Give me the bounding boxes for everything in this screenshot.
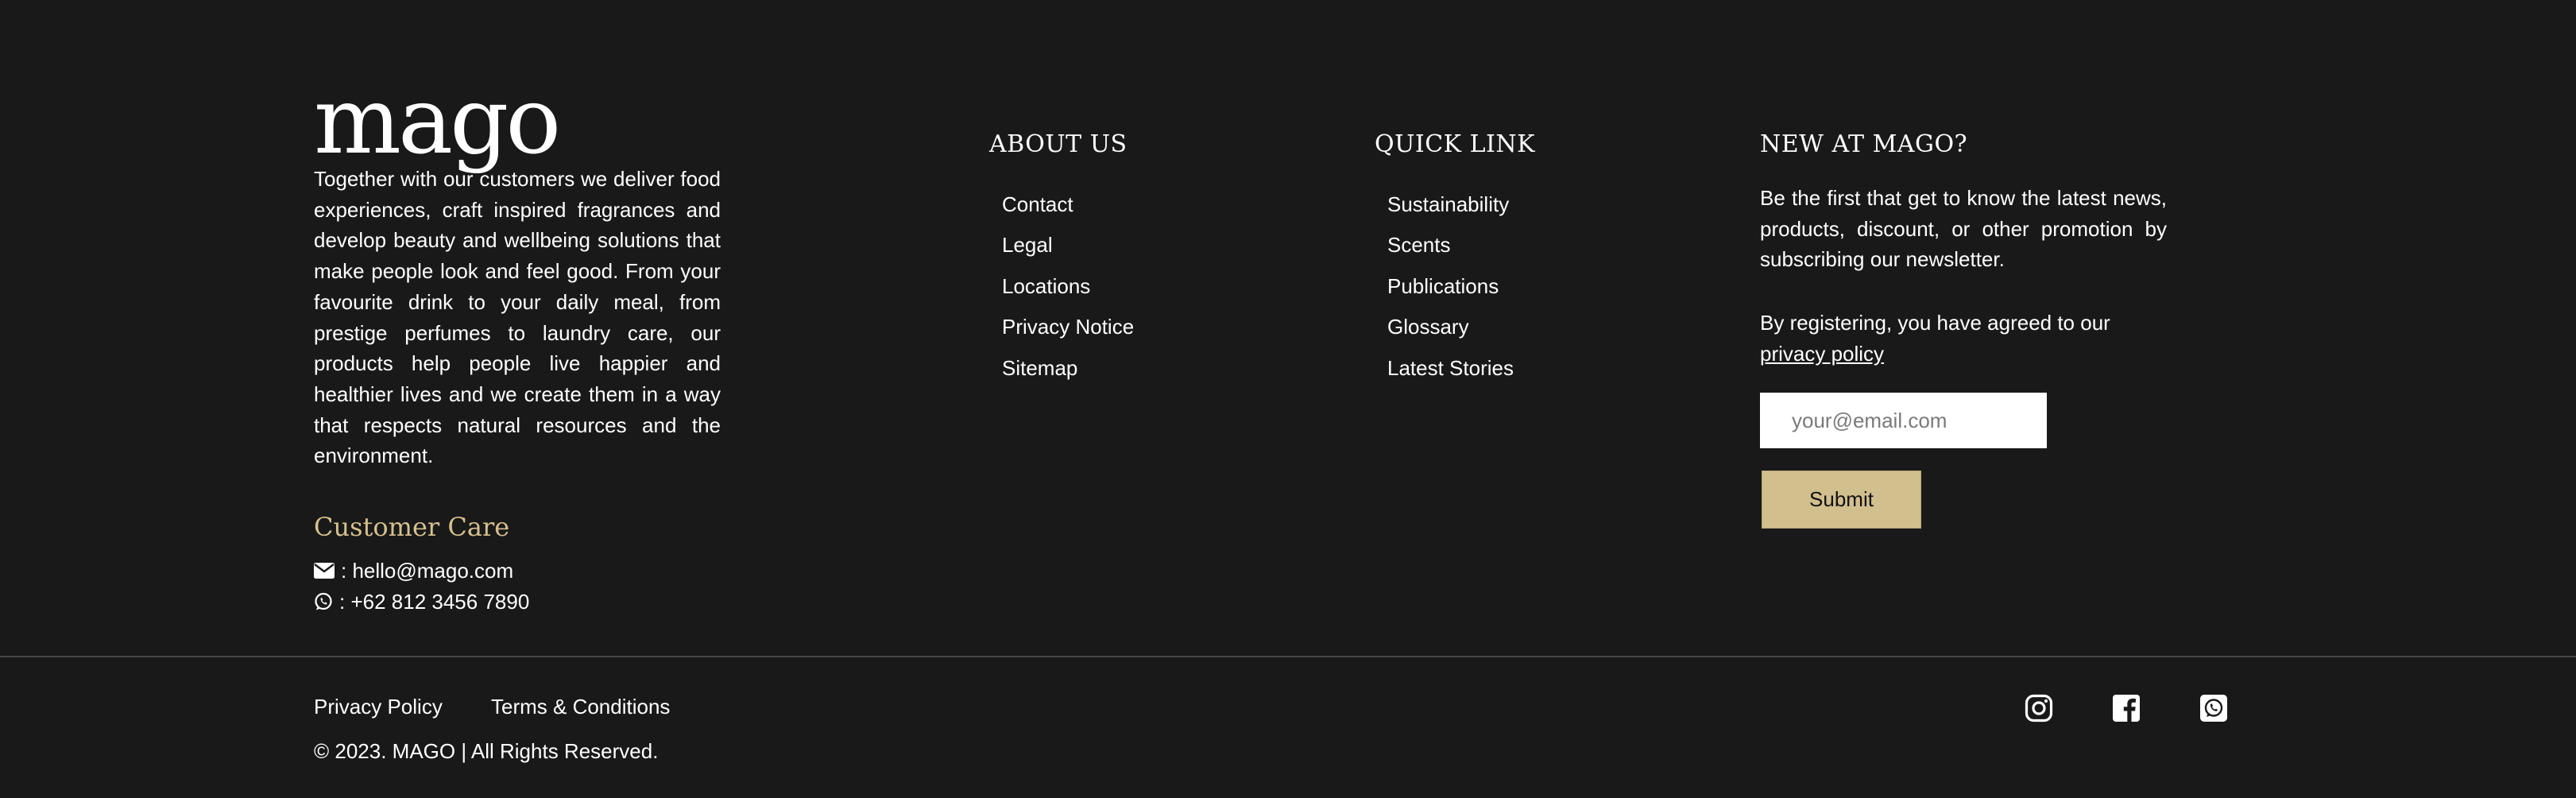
newsletter-agreement: By registering, you have agreed to our p… [1760,308,2167,369]
newsletter-submit-button[interactable]: Submit [1762,471,1921,529]
bottom-privacy-policy-link[interactable]: Privacy Policy [314,691,443,722]
quick-link-scents[interactable]: Scents [1387,225,1514,265]
privacy-policy-link[interactable]: privacy policy [1760,342,1884,366]
about-us-title: ABOUT US [989,130,1127,158]
bottom-terms-link[interactable]: Terms & Conditions [491,691,670,722]
copyright-text: © 2023. MAGO | All Rights Reserved. [314,739,659,763]
whatsapp-icon [314,592,339,611]
about-link-locations[interactable]: Locations [1002,266,1134,307]
newsletter-title: NEW AT MAGO? [1760,130,1968,158]
about-link-legal[interactable]: Legal [1002,225,1134,265]
facebook-icon[interactable] [2112,694,2141,722]
newsletter-email-input[interactable] [1760,393,2047,448]
about-link-privacy-notice[interactable]: Privacy Notice [1002,307,1134,347]
quick-link-sustainability[interactable]: Sustainability [1387,184,1514,225]
quick-link-glossary[interactable]: Glossary [1387,307,1514,347]
quick-link-publications[interactable]: Publications [1387,266,1514,307]
whatsapp-square-icon[interactable] [2199,694,2228,722]
contact-phone[interactable]: : +62 812 3456 7890 [314,587,529,617]
brand-description: Together with our customers we deliver f… [314,167,721,468]
about-link-sitemap[interactable]: Sitemap [1002,348,1134,389]
contact-phone-text: : +62 812 3456 7890 [339,590,530,614]
about-link-contact[interactable]: Contact [1002,184,1134,225]
footer-divider [0,656,2576,657]
envelope-icon [314,562,341,579]
instagram-icon[interactable] [2025,694,2053,722]
newsletter-description: Be the first that get to know the latest… [1760,186,2167,272]
customer-care-title: Customer Care [314,512,510,542]
quick-link-latest-stories[interactable]: Latest Stories [1387,348,1514,389]
about-us-list: Contact Legal Locations Privacy Notice S… [1002,184,1134,389]
contact-email[interactable]: : hello@mago.com [314,556,513,586]
newsletter-agreement-text: By registering, you have agreed to our [1760,311,2110,335]
contact-email-text: : hello@mago.com [341,559,514,583]
quick-link-list: Sustainability Scents Publications Gloss… [1387,184,1514,389]
quick-link-title: QUICK LINK [1375,130,1536,158]
